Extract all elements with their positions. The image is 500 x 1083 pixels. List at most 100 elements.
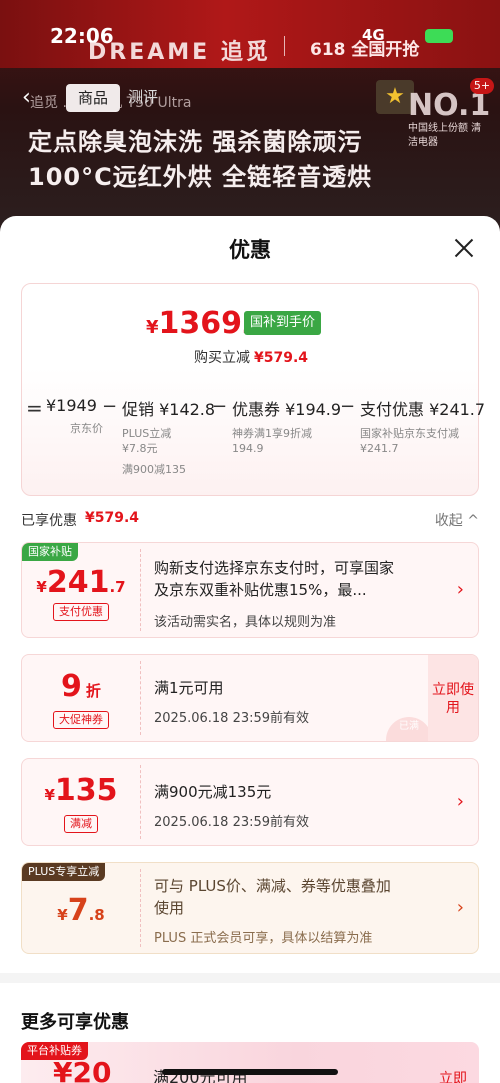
coupon-divider bbox=[140, 661, 141, 735]
close-icon[interactable] bbox=[452, 236, 476, 260]
enjoyed-discount-row: 已享优惠 ¥579.4 收起 ^ bbox=[21, 510, 479, 530]
tab-product[interactable]: 商品 bbox=[66, 84, 120, 112]
breakdown-payment: 支付优惠 ¥241.7 国家补贴京东支付减 ¥241.7 bbox=[360, 396, 485, 456]
breakdown-coupon: 优惠券 ¥194.9 神券满1享9折减 194.9 bbox=[232, 396, 341, 456]
breakdown-main: 促销 ¥142.8 bbox=[122, 400, 216, 419]
coupon-pill: 满减 bbox=[64, 815, 98, 833]
tab-review[interactable]: 测评 bbox=[128, 86, 158, 107]
coupon-condition: 满900元减135元 bbox=[154, 783, 272, 801]
coupon-currency: ¥ bbox=[57, 906, 68, 924]
coupon-small: .7 bbox=[109, 578, 126, 596]
coupon-value: ¥241.7 bbox=[22, 565, 140, 600]
price-integer: 1369 bbox=[158, 306, 243, 341]
coupon-big: 241 bbox=[46, 565, 110, 600]
coupon-tag: 国家补贴 bbox=[22, 543, 78, 561]
coupon-desc-line1: 购新支付选择京东支付时，可享国家 bbox=[154, 559, 395, 577]
coupon-value-block: 9折 大促神券 bbox=[22, 655, 140, 741]
coupon-expiry: 2025.06.18 23:59前有效 bbox=[154, 711, 310, 726]
brand-divider bbox=[284, 36, 285, 56]
coupon-divider bbox=[140, 765, 141, 839]
coupon-plus-member[interactable]: PLUS专享立减 ¥7.8 可与 PLUS价、满减、券等优惠叠加 使用 PLUS… bbox=[21, 862, 479, 954]
chevron-right-icon: › bbox=[456, 579, 464, 600]
breakdown-minus: − bbox=[212, 396, 228, 417]
breakdown-sub: PLUS立减 bbox=[122, 427, 172, 440]
price-breakdown: = ¥1949 京东价 − 促销 ¥142.8 PLUS立减 ¥7.8元 满90… bbox=[22, 392, 485, 492]
back-icon[interactable]: ‹ bbox=[22, 87, 40, 109]
price-currency: ¥ bbox=[146, 317, 159, 338]
coupon-divider bbox=[140, 869, 141, 947]
coupon-desc-line2: 及京东双重补贴优惠15%，最... bbox=[154, 581, 367, 599]
message-count-badge: 5+ bbox=[470, 78, 494, 94]
coupon-discount-90: 9折 大促神券 满1元可用 2025.06.18 23:59前有效 已满 立即使… bbox=[21, 654, 479, 742]
coupon-full-reduction[interactable]: ¥135 满减 满900元减135元 2025.06.18 23:59前有效 › bbox=[21, 758, 479, 846]
no1-caption: 中国线上份额 清洁电器 bbox=[408, 123, 482, 148]
chevron-right-icon: › bbox=[456, 791, 464, 812]
coupon-pill: 支付优惠 bbox=[53, 603, 109, 621]
more-discounts-title: 更多可享优惠 bbox=[21, 1012, 129, 1033]
coupon-value-block: 国家补贴 ¥241.7 支付优惠 bbox=[22, 543, 140, 637]
breakdown-jd-price: ¥1949 京东价 bbox=[46, 396, 103, 436]
breakdown-sub: 国家补贴京东支付减 bbox=[360, 427, 459, 440]
sheet-title: 优惠 bbox=[229, 238, 271, 262]
coupon-note: 该活动需实名，具体以规则为准 bbox=[154, 615, 337, 630]
coupon-desc-line2: 使用 bbox=[154, 899, 185, 917]
coupon-value: ¥7.8 bbox=[22, 893, 140, 928]
section-divider bbox=[0, 973, 500, 983]
coupon-value: ¥135 bbox=[22, 773, 140, 808]
coupon-note: PLUS 正式会员可享，具体以结算为准 bbox=[154, 931, 373, 946]
breakdown-main: 支付优惠 ¥241.7 bbox=[360, 400, 486, 419]
breakdown-equals: = bbox=[26, 396, 43, 420]
slogan-line-2: 100°C远红外烘 全链轻音透烘 bbox=[28, 163, 373, 191]
coupon-pill: 大促神券 bbox=[53, 711, 109, 729]
coupon-small: 折 bbox=[85, 682, 101, 700]
coupon-currency: ¥ bbox=[44, 786, 55, 804]
coupon-desc-line1: 可与 PLUS价、满减、券等优惠叠加 bbox=[154, 877, 391, 895]
breakdown-sub: ¥241.7 bbox=[360, 442, 399, 455]
breakdown-sub: 神券满1享9折减 bbox=[232, 427, 312, 440]
coupon-value: ¥20 bbox=[53, 1056, 112, 1083]
enjoyed-label: 已享优惠 bbox=[21, 513, 77, 529]
breakdown-minus: − bbox=[340, 396, 356, 417]
breakdown-main: 优惠券 ¥194.9 bbox=[232, 400, 342, 419]
instant-save-line: 购买立减 ¥579.4 bbox=[22, 347, 480, 367]
claim-button[interactable]: 立即 bbox=[433, 1068, 473, 1083]
breakdown-promotion: 促销 ¥142.8 PLUS立减 ¥7.8元 满900减135 bbox=[122, 396, 215, 477]
breakdown-sub: ¥7.8元 bbox=[122, 442, 158, 455]
coupon-condition: 满1元可用 bbox=[154, 679, 224, 697]
coupon-divider bbox=[140, 549, 141, 631]
coupon-national-subsidy[interactable]: 国家补贴 ¥241.7 支付优惠 购新支付选择京东支付时，可享国家 及京东双重补… bbox=[21, 542, 479, 638]
promo-label: 618 全国开抢 bbox=[310, 40, 420, 60]
breakdown-main: ¥1949 bbox=[46, 396, 97, 415]
instant-save-label: 购买立减 bbox=[193, 350, 250, 366]
coupon-tag: PLUS专享立减 bbox=[22, 863, 106, 881]
breakdown-sub: 京东价 bbox=[70, 422, 103, 435]
breakdown-sub: 满900减135 bbox=[122, 463, 186, 476]
collapse-toggle[interactable]: 收起 ^ bbox=[435, 510, 479, 530]
brand-logo: DREAME 追觅 bbox=[88, 40, 271, 65]
breakdown-minus: − bbox=[102, 396, 118, 417]
instant-save-amount: ¥579.4 bbox=[253, 350, 309, 366]
use-now-button[interactable]: 立即使用 bbox=[428, 655, 478, 741]
platform-subsidy-coupon[interactable]: 平台补贴券 ¥20 满200元可用 立即 bbox=[21, 1042, 479, 1083]
product-banner: 22:06 4G DREAME 追觅 618 全国开抢 追觅 ... 洗地机 T… bbox=[0, 0, 500, 240]
coupon-desc: 购新支付选择京东支付时，可享国家 及京东双重补贴优惠15%，最... bbox=[154, 557, 444, 601]
coupon-desc: 可与 PLUS价、满减、券等优惠叠加 使用 bbox=[154, 875, 444, 919]
slogan-line-1: 定点除臭泡沫洗 强杀菌除顽污 bbox=[28, 128, 363, 156]
coupon-value-block: ¥135 满减 bbox=[22, 759, 140, 845]
coupon-small: .8 bbox=[88, 906, 105, 924]
coupon-big: 7 bbox=[67, 893, 89, 928]
coupon-big: 9 bbox=[61, 669, 82, 704]
home-indicator bbox=[162, 1069, 338, 1075]
coupon-currency: ¥ bbox=[36, 578, 47, 596]
gov-subsidy-price-tag: 国补到手价 bbox=[244, 311, 322, 335]
coupon-big: 135 bbox=[54, 773, 118, 808]
chevron-right-icon: › bbox=[456, 897, 464, 918]
claimed-stamp: 已满 bbox=[386, 717, 432, 741]
coupon-value-block: PLUS专享立减 ¥7.8 bbox=[22, 863, 140, 953]
discount-sheet: 优惠 ¥1369.6 国补到手价 购买立减¥579.4 = ¥1949 京东价 … bbox=[0, 216, 500, 1083]
enjoyed-amount: ¥579.4 bbox=[85, 510, 140, 526]
coupon-value: 9折 bbox=[22, 669, 140, 704]
battery-icon bbox=[425, 29, 453, 43]
coupon-expiry: 2025.06.18 23:59前有效 bbox=[154, 815, 310, 830]
price-summary-card: ¥1369.6 国补到手价 购买立减¥579.4 = ¥1949 京东价 − 促… bbox=[21, 283, 485, 496]
